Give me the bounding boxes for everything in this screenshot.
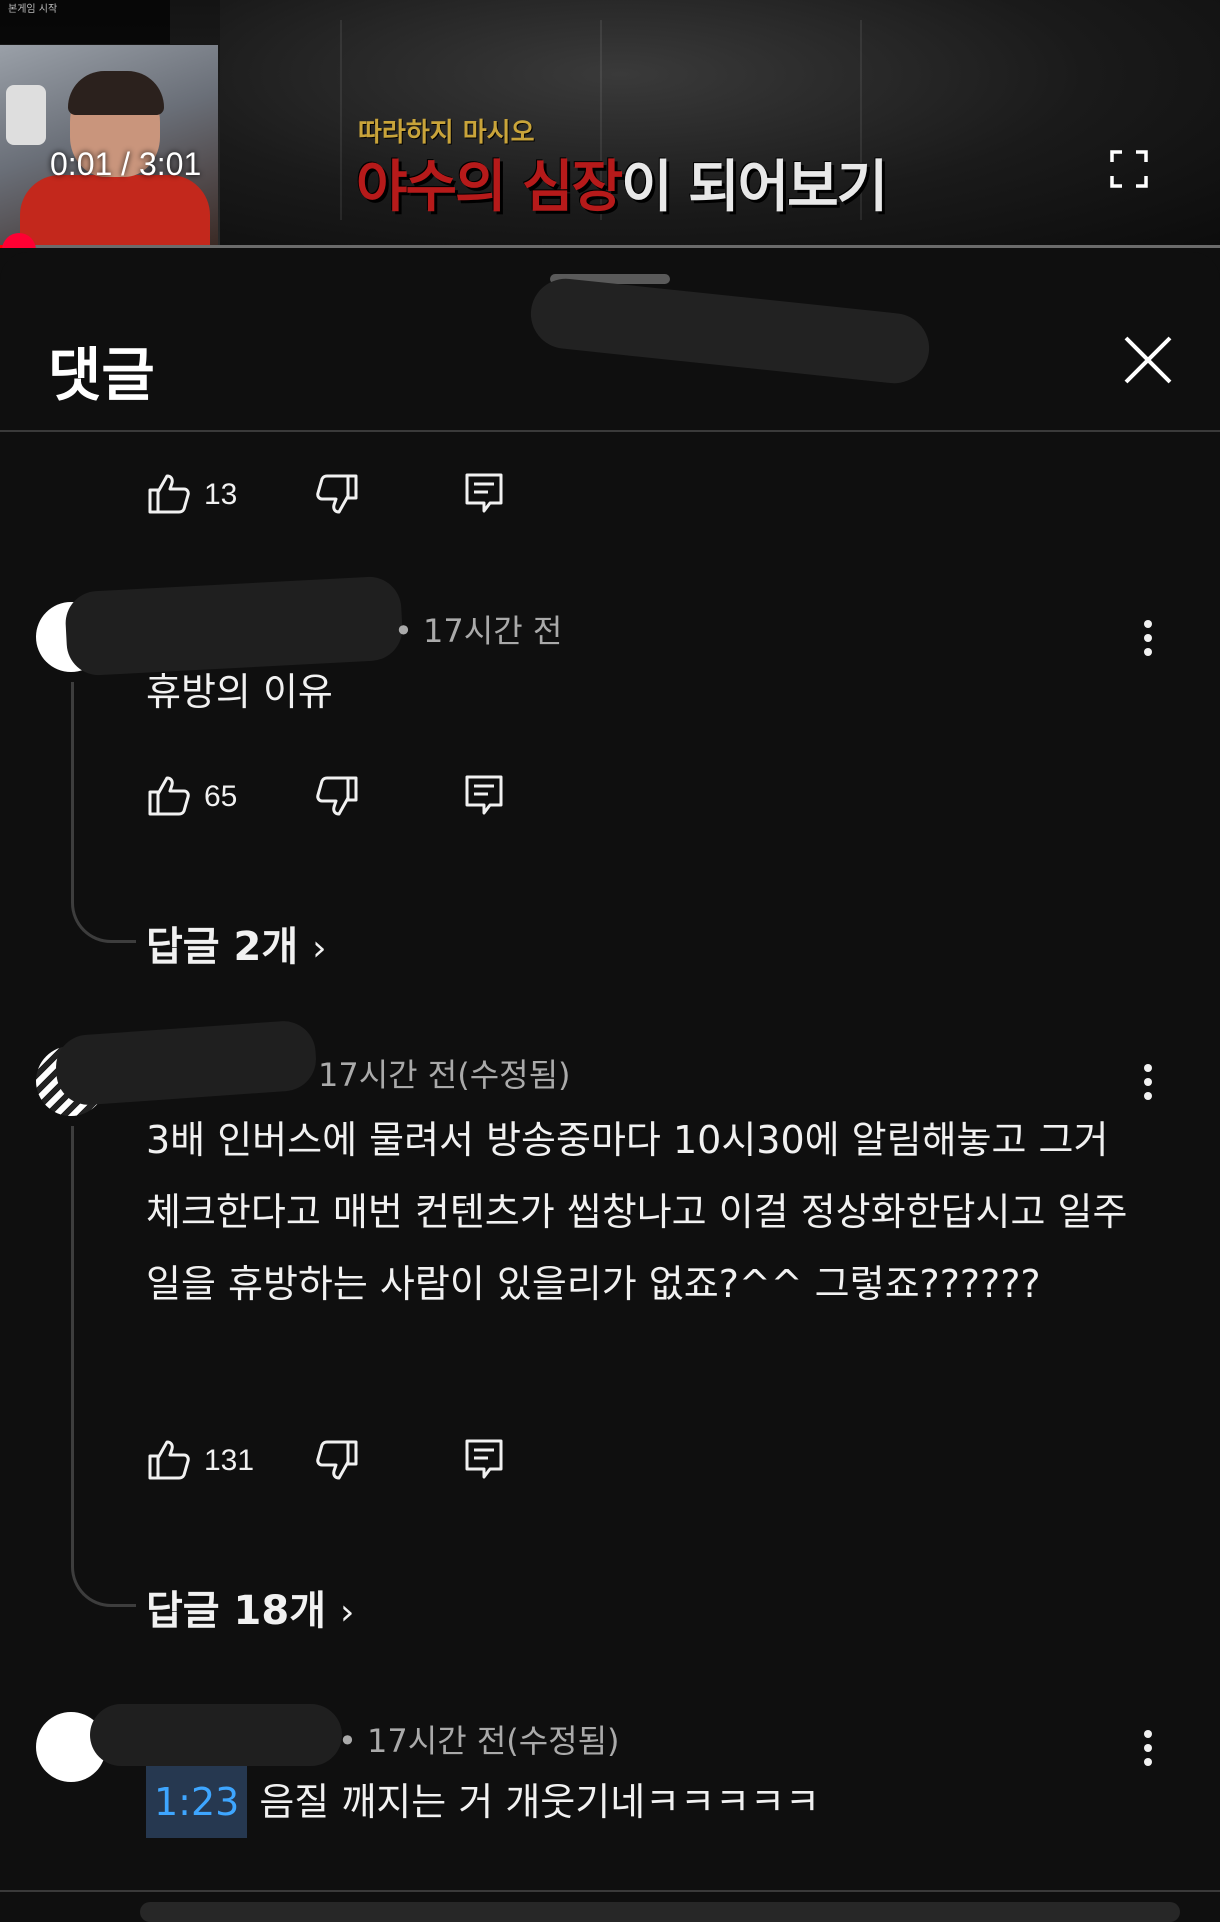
fullscreen-icon[interactable] [1110, 150, 1148, 188]
webcam-overlay [0, 45, 218, 245]
comment-meta: 17시간 전(수정됨) [318, 1056, 571, 1094]
reply-icon[interactable] [464, 1438, 504, 1480]
more-options-icon[interactable] [1142, 1062, 1154, 1102]
close-icon[interactable] [1120, 332, 1176, 388]
sheet-title: 댓글 [48, 341, 155, 409]
replies-label: 답글 18개 [146, 1588, 326, 1634]
more-options-icon[interactable] [1142, 618, 1154, 658]
replies-label: 답글 2개 [146, 924, 299, 970]
comment-meta: • 17시간 전(수정됨) [338, 1722, 620, 1760]
reply-icon[interactable] [464, 472, 504, 514]
view-replies-button[interactable]: 답글 18개 › [146, 1578, 354, 1636]
dislike-icon[interactable] [314, 472, 360, 518]
like-count: 131 [204, 1444, 255, 1477]
chevron-right-icon: › [312, 928, 327, 969]
like-count: 65 [204, 780, 238, 813]
comment-meta: • 17시간 전 [394, 612, 563, 650]
comment-text-body: 음질 깨지는 거 개웃기네ㅋㅋㅋㅋㅋ [259, 1780, 820, 1824]
like-count: 13 [204, 478, 238, 511]
dislike-icon[interactable] [314, 774, 360, 820]
video-player[interactable]: 본게임 시작 0:01 / 3:01 따라하지 마시오 야수의 심장이 되어보기 [0, 0, 1220, 248]
caption-white-part: 이 되어보기 [621, 155, 888, 220]
redacted-region [527, 275, 933, 387]
timestamp-link[interactable]: 1:23 [146, 1766, 248, 1838]
chevron-right-icon: › [340, 1592, 355, 1633]
like-icon[interactable] [146, 1436, 192, 1482]
thread-line [71, 682, 136, 943]
header-divider [0, 430, 1220, 432]
video-caption-big: 야수의 심장이 되어보기 [356, 142, 888, 223]
time-display: 0:01 / 3:01 [50, 146, 202, 182]
caption-red-part: 야수의 심장 [356, 155, 623, 220]
overlay-line-2: 본게임 시작 [8, 4, 58, 15]
redacted-username [90, 1704, 342, 1766]
more-options-icon[interactable] [1142, 1728, 1154, 1768]
comment-text: 휴방의 이유 [146, 670, 333, 714]
comment-text: 3배 인버스에 물려서 방송중마다 10시30에 알림해놓고 그거 체크한다고 … [146, 1118, 1128, 1306]
stream-overlay: 본게임 시작 [0, 0, 170, 44]
comment-text: 1:23 음질 깨지는 거 개웃기네ㅋㅋㅋㅋㅋ [146, 1766, 1136, 1838]
comment-input-bar[interactable] [140, 1902, 1180, 1922]
view-replies-button[interactable]: 답글 2개 › [146, 914, 327, 972]
dislike-icon[interactable] [314, 1438, 360, 1484]
thread-line [71, 1126, 136, 1607]
like-icon[interactable] [146, 470, 192, 516]
progress-bar[interactable] [0, 245, 1220, 248]
reply-icon[interactable] [464, 774, 504, 816]
bottom-divider [0, 1890, 1220, 1892]
like-icon[interactable] [146, 772, 192, 818]
